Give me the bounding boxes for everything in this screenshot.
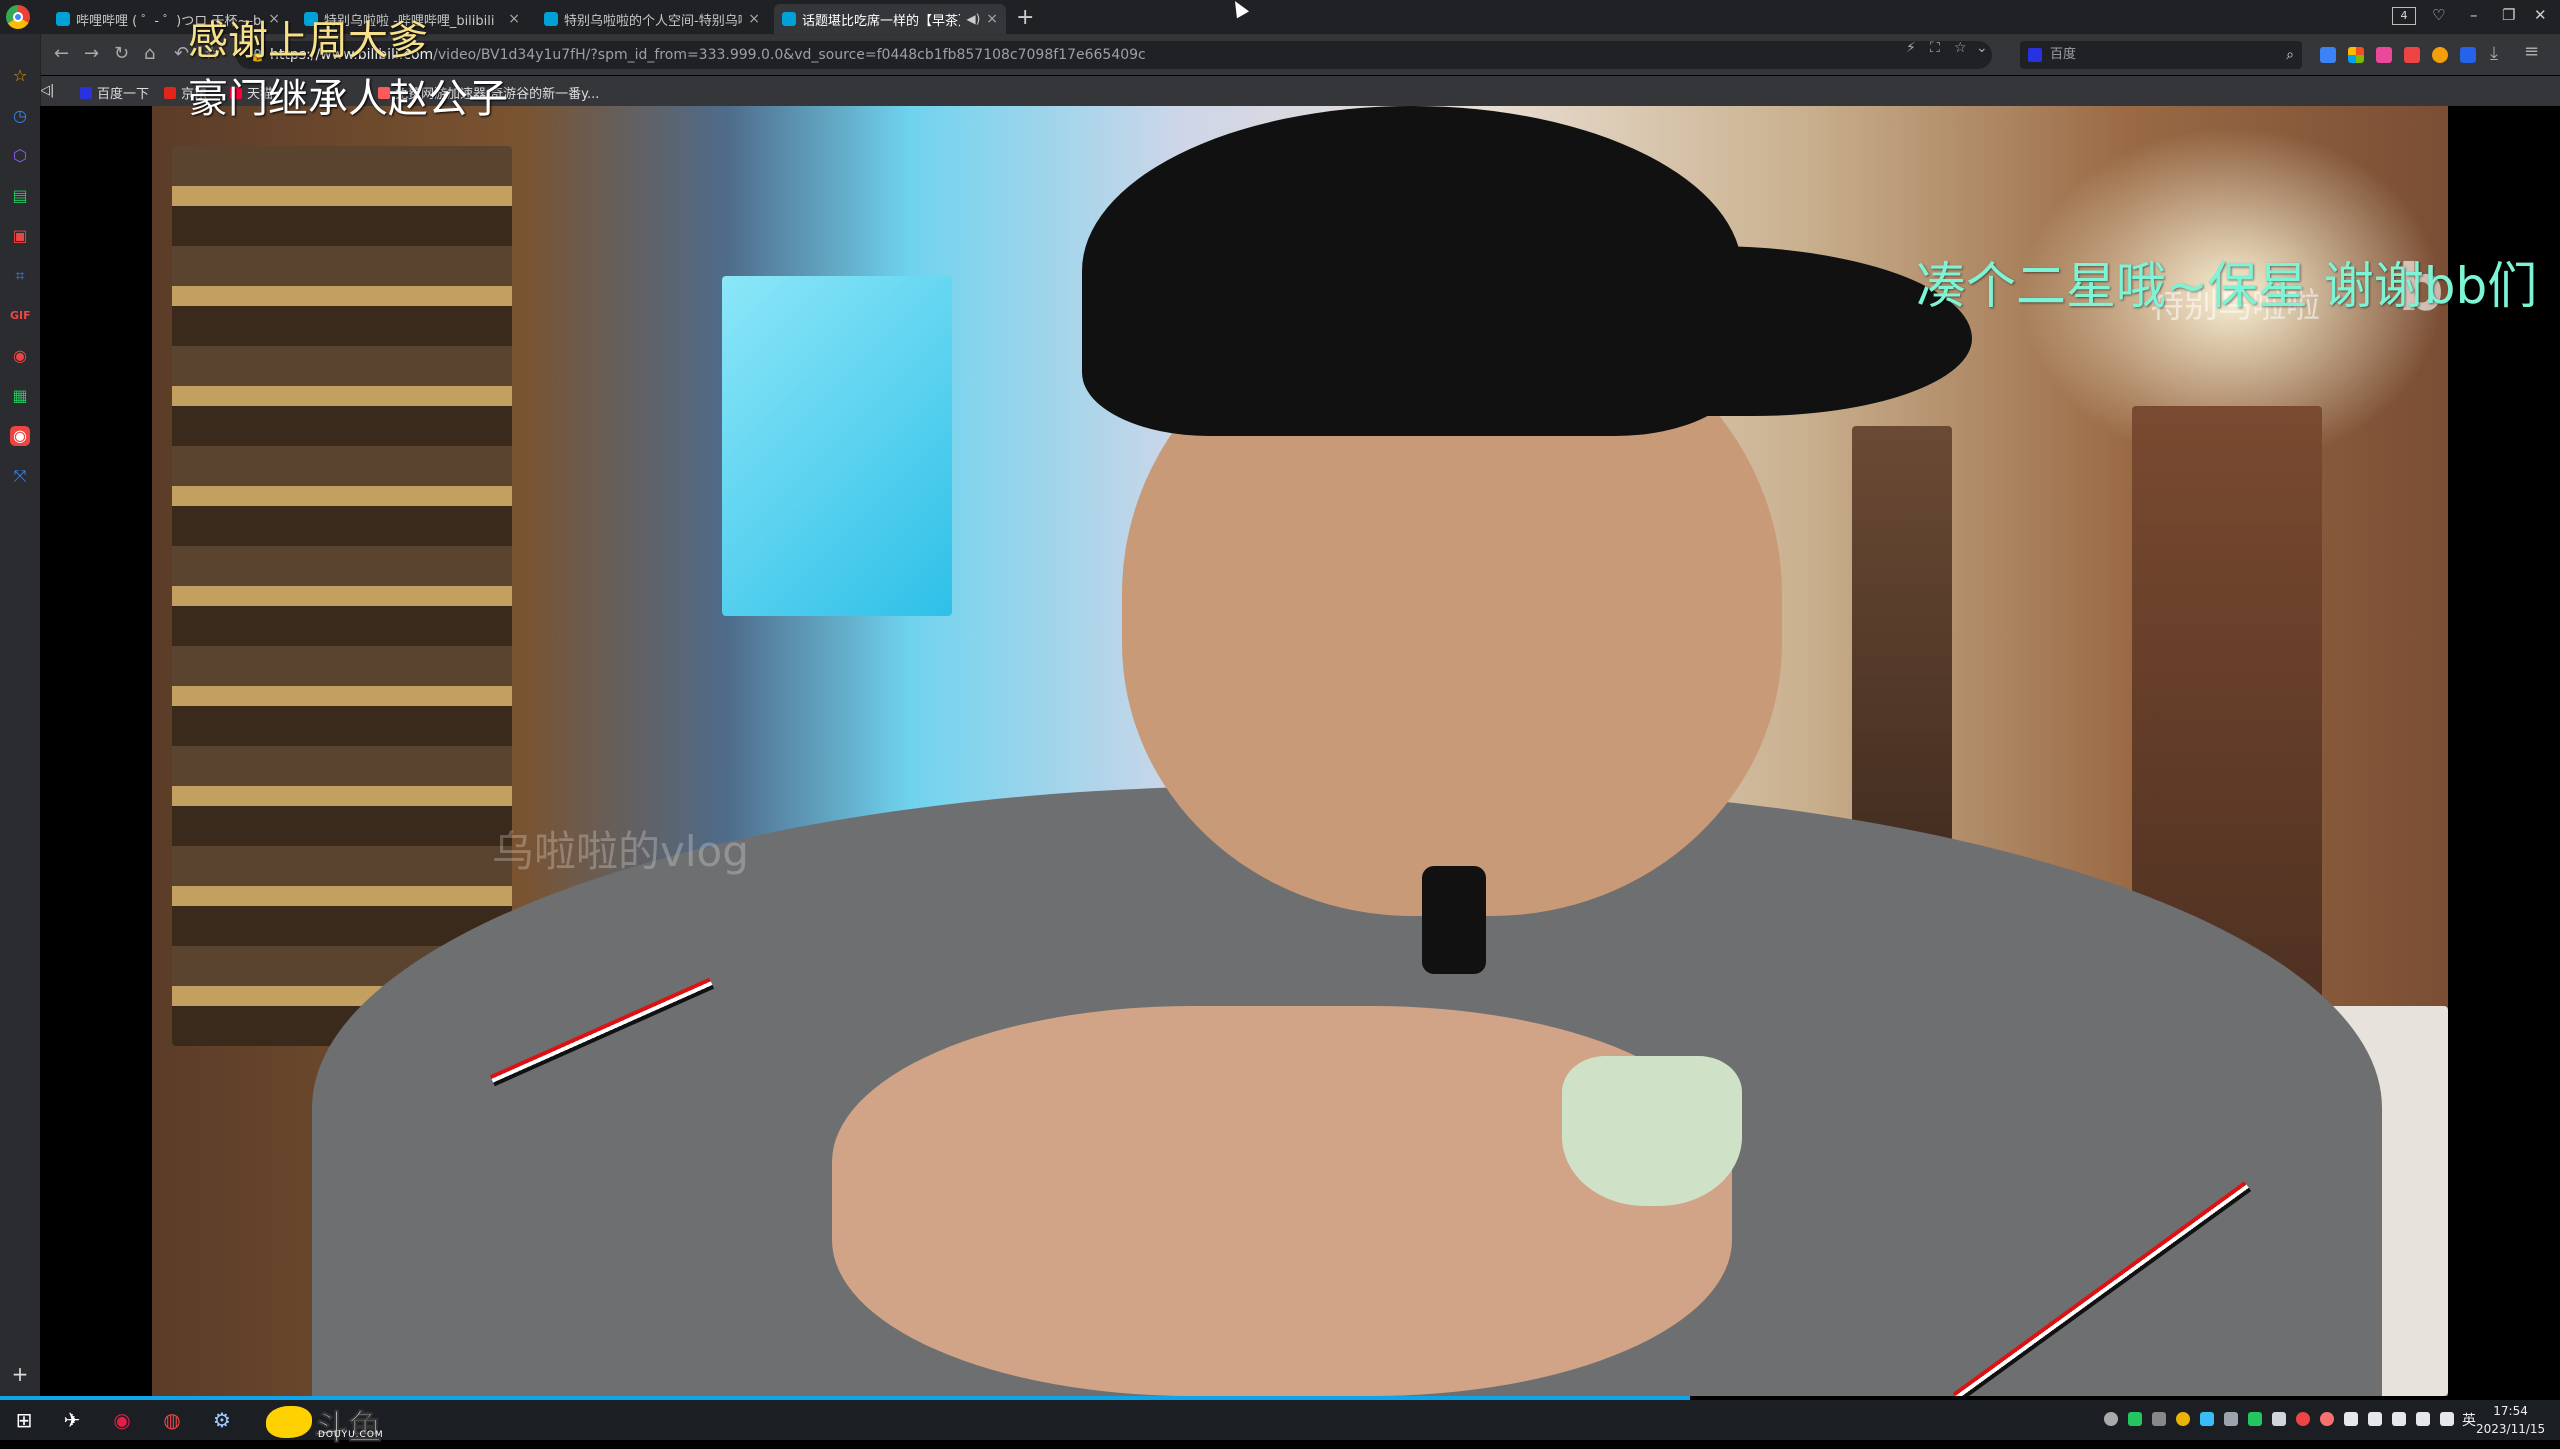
gif-icon[interactable]: GIF [10, 306, 31, 326]
moon-extension-icon[interactable] [2432, 47, 2448, 63]
game-icon[interactable]: ⬡ [10, 146, 30, 166]
feather-app-icon[interactable]: ✈ [60, 1408, 84, 1432]
tray-app-icon[interactable] [2272, 1412, 2286, 1426]
ime-indicator[interactable]: 英 [2462, 1410, 2476, 1430]
favorites-star-icon[interactable]: ☆ [10, 66, 30, 86]
url-bar[interactable]: 🔒 https://www.bilibili.com/video/BV1d34y1… [236, 41, 1992, 69]
back-icon[interactable]: ← [54, 43, 69, 64]
windows-taskbar: ⊞ ✈ ◉ ◍ ⚙ 斗鱼 DOUYU.COM 英 17:54 2023/11/1… [0, 1400, 2560, 1449]
tray-app-icon[interactable] [2296, 1412, 2310, 1426]
tab-title: 话题堪比吃席一样的【早茶】 [802, 13, 961, 29]
download-icon[interactable]: ⤓ [2490, 43, 2498, 64]
netease-music-icon[interactable]: ◉ [110, 1408, 134, 1432]
reload-icon[interactable]: ↻ [114, 43, 129, 64]
crop-icon[interactable]: ⌗ [10, 266, 30, 286]
search-placeholder: 百度 [2050, 47, 2077, 62]
steam-icon[interactable]: ⚙ [210, 1408, 234, 1432]
tray-app-icon[interactable] [2224, 1412, 2238, 1426]
history-clock-icon[interactable]: ◷ [10, 106, 30, 126]
browser-sidebar: ☆ ◷ ⬡ ▤ ▣ ⌗ GIF ◉ ▦ ◉ ⤧ + [0, 34, 41, 1400]
tab-count-badge[interactable]: 4 [2392, 7, 2416, 25]
close-tab-icon[interactable]: × [508, 11, 520, 27]
menu-icon[interactable]: ≡ [2524, 41, 2539, 62]
volume-icon[interactable] [2416, 1412, 2430, 1426]
add-sidebar-item-icon[interactable]: + [10, 1364, 30, 1384]
network-icon[interactable] [2392, 1412, 2406, 1426]
tab-uploader-space[interactable]: 特别乌啦啦的个人空间-特别乌啦啦 × [536, 4, 768, 34]
led-screen [722, 276, 952, 616]
douyu-logo: 斗鱼 DOUYU.COM [266, 1402, 402, 1449]
home-icon[interactable]: ⌂ [144, 43, 155, 64]
notes-icon[interactable]: ▤ [10, 186, 30, 206]
search-icon[interactable]: ⌕ [2286, 41, 2294, 69]
gift-thanks-overlay: 感谢上周大爹 [188, 18, 428, 64]
browser-logo-icon[interactable] [6, 5, 30, 29]
tray-app-icon[interactable] [2344, 1412, 2358, 1426]
close-tab-icon[interactable]: × [748, 11, 760, 27]
clock-date: 2023/11/15 [2476, 1422, 2546, 1436]
baidu-logo-icon [2028, 48, 2042, 62]
tab-current-video[interactable]: 话题堪比吃席一样的【早茶】 ◀) × [774, 4, 1006, 34]
sidebar-toggle-icon[interactable]: ◁| [40, 83, 54, 98]
cap-brim [1492, 246, 1972, 416]
audio-playing-icon[interactable]: ◀) [966, 12, 980, 26]
bookmark-star-icon[interactable]: ☆ [1954, 40, 1967, 56]
minimize-button[interactable]: – [2470, 6, 2478, 24]
tray-app-icon[interactable] [2128, 1412, 2142, 1426]
tab-title: 特别乌啦啦的个人空间-特别乌啦啦 [564, 13, 742, 29]
forward-icon[interactable]: → [84, 43, 99, 64]
close-tab-icon[interactable]: × [986, 11, 998, 27]
tray-app-icon[interactable] [2200, 1412, 2214, 1426]
tray-app-icon[interactable] [2152, 1412, 2166, 1426]
tray-app-icon[interactable] [2320, 1412, 2334, 1426]
screenshot-icon[interactable]: ⛶ [1930, 40, 1940, 56]
record-icon[interactable]: ◉ [10, 346, 30, 366]
video-watermark: 乌啦啦的vlog [492, 827, 749, 876]
windows-start-icon[interactable]: ⊞ [12, 1408, 36, 1432]
shirt-skin-icon[interactable]: ♡ [2432, 6, 2445, 24]
apps-grid-icon[interactable]: ▦ [10, 386, 30, 406]
douyu-name: 斗鱼 [314, 1408, 383, 1449]
chevron-down-icon[interactable]: ⌄ [1976, 40, 1988, 56]
lightning-icon[interactable]: ⚡ [1906, 40, 1916, 56]
tray-app-icon[interactable] [2104, 1412, 2118, 1426]
gift-user-overlay: 豪门继承人赵公子 [188, 76, 508, 122]
paw-icon [80, 86, 92, 99]
restore-button[interactable]: ❐ [2502, 6, 2515, 24]
taskbar-clock[interactable]: 17:54 2023/11/15 [2476, 1402, 2545, 1438]
music-app-icon[interactable]: ◉ [10, 426, 30, 446]
browser-app-icon[interactable]: ◍ [160, 1408, 184, 1432]
douyu-domain: DOUYU.COM [318, 1430, 384, 1440]
bilibili-favicon-icon [782, 12, 796, 26]
tea-cup [1562, 1056, 1742, 1206]
jd-icon [164, 86, 176, 99]
clock-time: 17:54 [2493, 1404, 2528, 1418]
apps-extension-icon[interactable] [2348, 47, 2364, 63]
scrolling-danmaku: 凑个二星哦~保星 谢谢bb们 [1916, 257, 2538, 315]
bilibili-favicon-icon [56, 12, 70, 26]
translate-extension-icon[interactable] [2320, 47, 2336, 63]
microphone-icon[interactable] [2368, 1412, 2382, 1426]
music-extension-icon[interactable] [2376, 47, 2392, 63]
crop-extension-icon[interactable] [2460, 47, 2476, 63]
battery-icon[interactable] [2440, 1412, 2454, 1426]
new-tab-button[interactable]: + [1016, 5, 1034, 30]
reader-icon[interactable]: ▣ [10, 226, 30, 246]
douyu-fish-icon [266, 1406, 312, 1438]
pdf-extension-icon[interactable] [2404, 47, 2420, 63]
tray-app-icon[interactable] [2176, 1412, 2190, 1426]
expand-icon[interactable]: ⤧ [10, 466, 30, 486]
url-path: /video/BV1d34y1u7fH/?spm_id_from=333.999… [433, 47, 1146, 63]
bilibili-favicon-icon [544, 12, 558, 26]
search-input[interactable]: 百度 ⌕ [2020, 41, 2302, 69]
close-window-button[interactable]: ✕ [2534, 6, 2547, 24]
undo-close-icon[interactable]: ↶ [174, 43, 189, 64]
wall-panel [172, 146, 512, 1046]
bookmark-baidu[interactable]: 百度一下 [80, 83, 149, 102]
lapel-microphone [1422, 866, 1486, 974]
bookmark-label: 百度一下 [97, 87, 150, 102]
tray-app-icon[interactable] [2248, 1412, 2262, 1426]
